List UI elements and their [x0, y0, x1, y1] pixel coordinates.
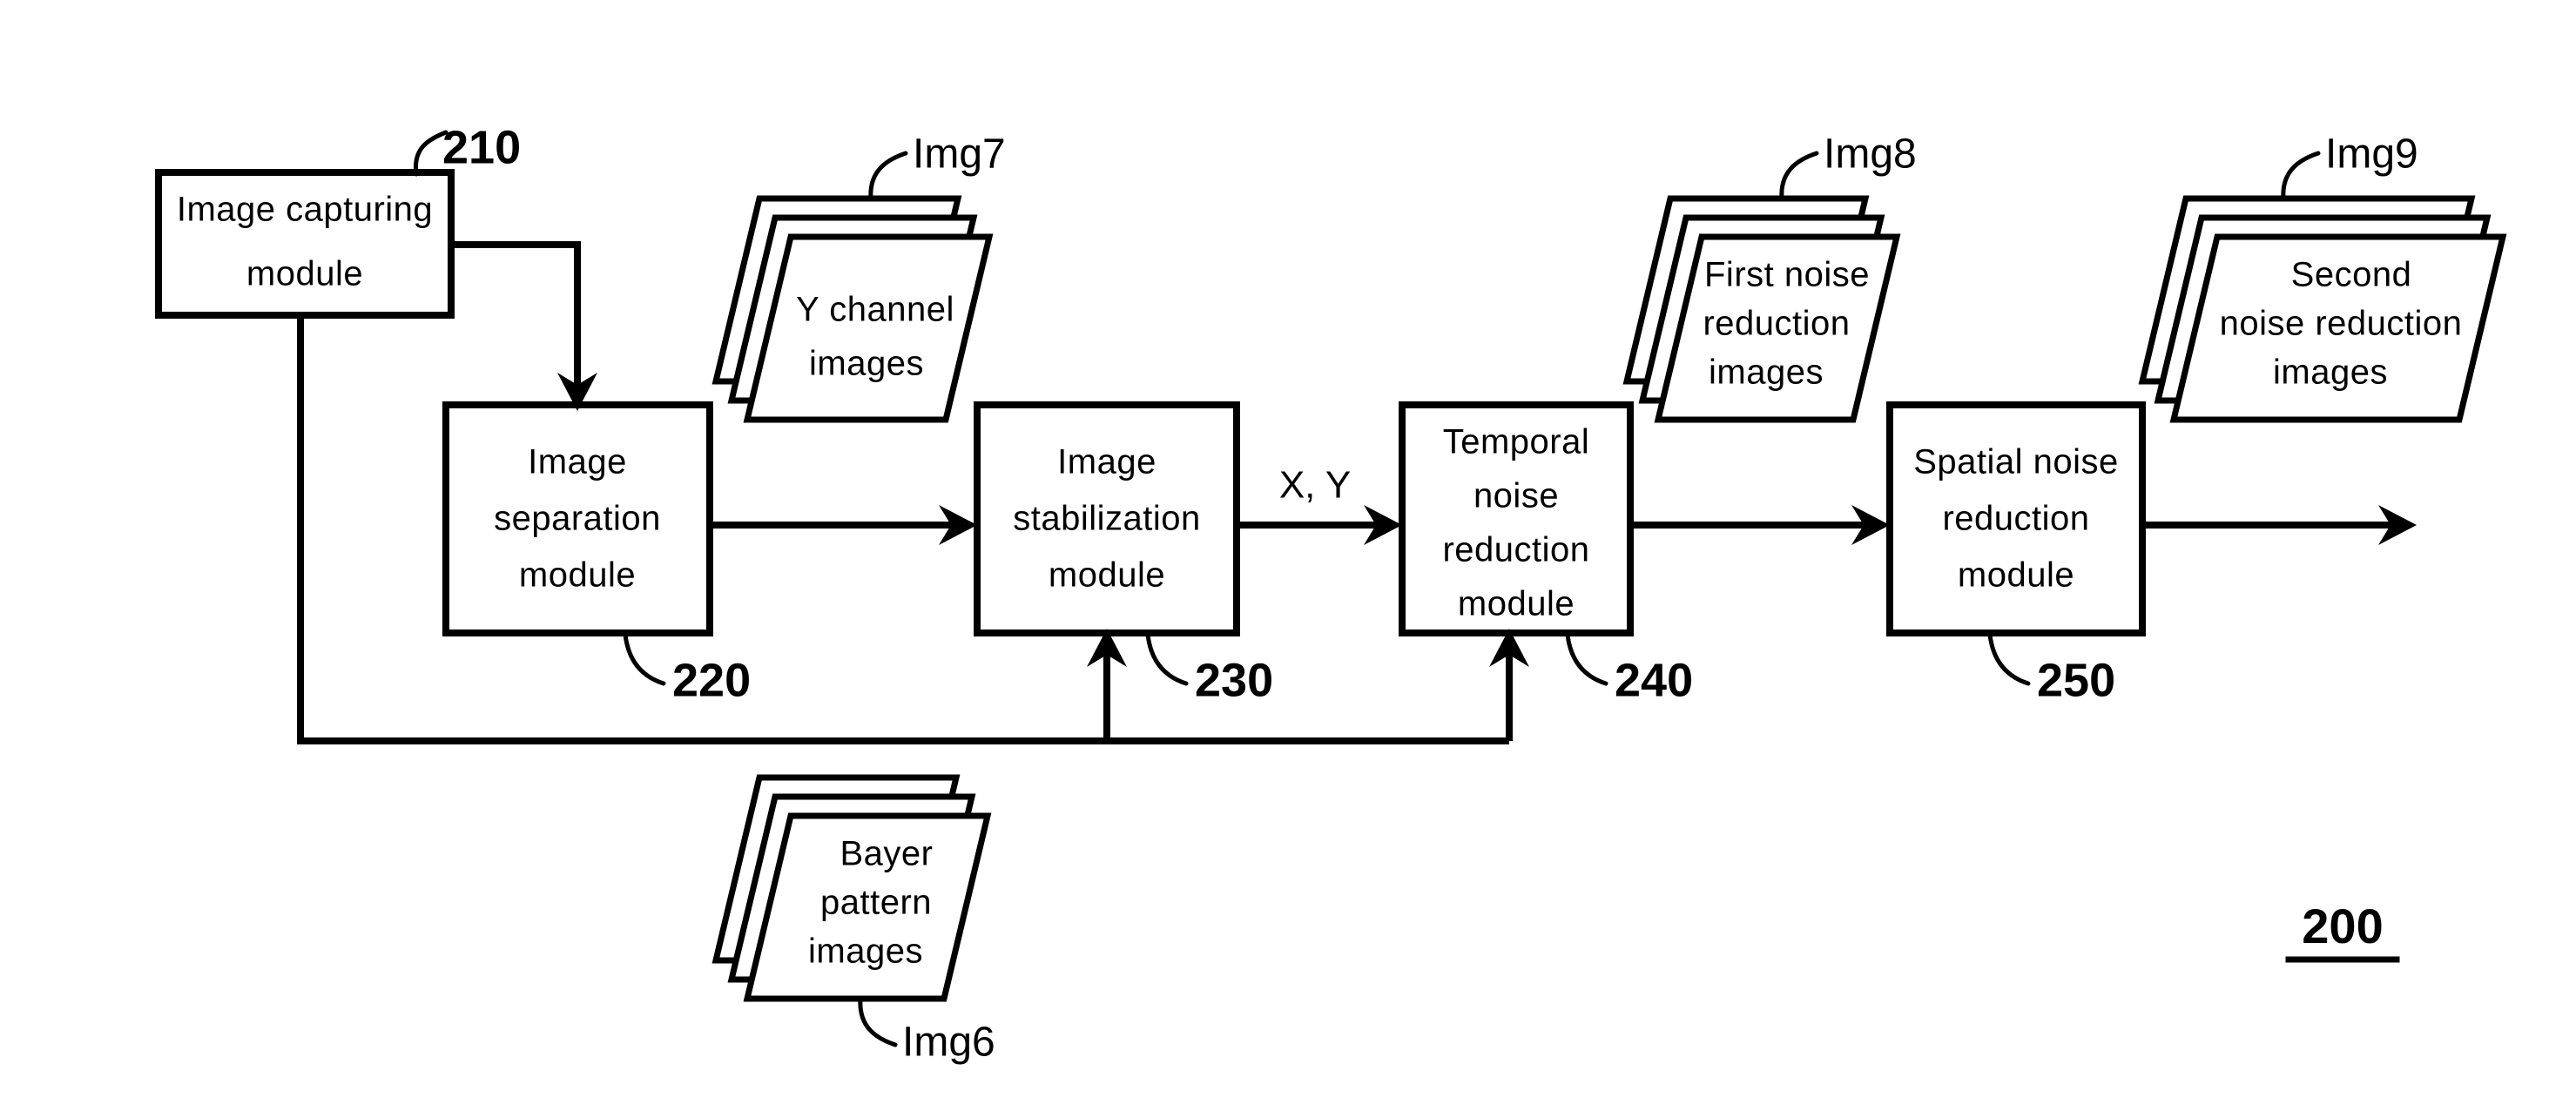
bayer-label-line-3: images: [808, 933, 923, 971]
module-temporal-noise-reduction[interactable]: Temporal noise reduction module: [1399, 401, 1634, 636]
image-stack-first-noise-reduction-images[interactable]: First noise reduction images: [1622, 195, 1901, 423]
leader-210: [413, 130, 448, 177]
module-temporal-noise-reduction-label-line-4: module: [1458, 585, 1575, 623]
module-image-separation[interactable]: Image separation module: [442, 401, 713, 636]
second-nr-label-line-3: images: [2273, 354, 2388, 392]
leader-img8: [1779, 151, 1819, 201]
module-spatial-noise-reduction-label-line-2: reduction: [1942, 500, 2089, 538]
ref-number-230: 230: [1195, 654, 1273, 706]
module-image-capturing-label-line-1: Image capturing: [177, 191, 433, 229]
module-image-separation-label-line-1: Image: [528, 443, 627, 481]
module-image-stabilization-label-line-3: module: [1049, 556, 1165, 595]
second-nr-label-line-1: Second: [2291, 256, 2412, 294]
module-image-separation-label-line-3: module: [519, 556, 636, 595]
image-tag-img6: Img6: [902, 1020, 995, 1066]
leader-img6: [858, 996, 898, 1047]
ref-number-240: 240: [1615, 654, 1693, 706]
flow-capturing-to-separation: [451, 241, 581, 392]
block-diagram-canvas: Image capturing module 210 Image separat…: [155, 121, 2507, 1066]
module-spatial-noise-reduction-label-line-1: Spatial noise: [1913, 443, 2119, 481]
leader-250: [1987, 632, 2031, 686]
bayer-label-line-2: pattern: [820, 884, 932, 922]
module-image-capturing[interactable]: Image capturing module: [155, 169, 455, 319]
module-image-stabilization-label-line-2: stabilization: [1013, 500, 1201, 538]
first-nr-label-line-3: images: [1709, 354, 1824, 392]
leader-240: [1565, 632, 1608, 686]
module-spatial-noise-reduction[interactable]: Spatial noise reduction module: [1886, 401, 2146, 636]
first-nr-label-line-2: reduction: [1703, 305, 1850, 343]
module-image-stabilization-label-line-1: Image: [1057, 443, 1157, 481]
image-stack-second-noise-reduction-images[interactable]: Second noise reduction images: [2138, 195, 2507, 423]
image-stack-y-channel-images[interactable]: Y channel images: [711, 195, 994, 423]
ref-number-220: 220: [672, 654, 751, 706]
image-tag-img8: Img8: [1824, 131, 1917, 178]
y-channel-label-line-2: images: [809, 345, 924, 383]
figure-number: 200: [2302, 899, 2383, 953]
module-temporal-noise-reduction-label-line-1: Temporal: [1443, 423, 1590, 461]
module-temporal-noise-reduction-label-line-3: reduction: [1442, 531, 1589, 569]
image-stack-bayer-pattern-images[interactable]: Bayer pattern images: [711, 774, 992, 1002]
module-image-stabilization[interactable]: Image stabilization module: [974, 401, 1240, 636]
patent-figure: Image capturing module 210 Image separat…: [0, 0, 2576, 1111]
y-channel-label-line-1: Y channel: [796, 291, 954, 329]
ref-number-210: 210: [442, 121, 521, 173]
image-tag-img9: Img9: [2325, 131, 2418, 178]
module-image-separation-label-line-2: separation: [494, 500, 661, 538]
figure-number-group: 200: [2285, 899, 2400, 963]
leader-img9: [2281, 151, 2321, 201]
ref-number-250: 250: [2037, 654, 2115, 706]
leader-220: [623, 632, 666, 686]
bayer-label-line-1: Bayer: [840, 835, 934, 873]
first-nr-label-line-1: First noise: [1704, 256, 1870, 294]
module-image-capturing-label-line-2: module: [246, 255, 363, 293]
leader-230: [1145, 632, 1189, 686]
second-nr-label-line-2: noise reduction: [2220, 305, 2463, 343]
leader-img7: [868, 151, 908, 201]
image-tag-img7: Img7: [913, 131, 1006, 178]
signal-label-xy: X, Y: [1279, 464, 1351, 507]
module-temporal-noise-reduction-label-line-2: noise: [1473, 477, 1559, 515]
module-spatial-noise-reduction-label-line-3: module: [1958, 556, 2074, 595]
